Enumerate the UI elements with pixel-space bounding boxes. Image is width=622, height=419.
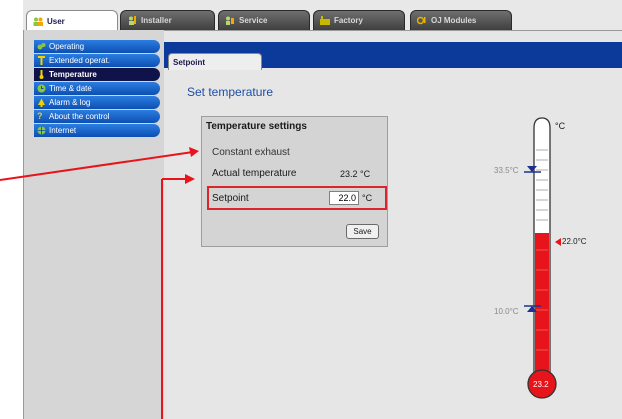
max-temperature-label: 33.5°C [494,166,519,175]
thermometer-graphic [0,117,561,419]
annotation-arrows [0,147,199,419]
setpoint-marker-icon [555,238,561,246]
min-temperature-label: 10.0°C [494,307,519,316]
setpoint-marker-label: 22.0°C [562,237,587,246]
bulb-value: 23.2 [533,380,549,389]
thermometer-unit: °C [555,121,566,131]
thermometer-fill [535,233,549,375]
